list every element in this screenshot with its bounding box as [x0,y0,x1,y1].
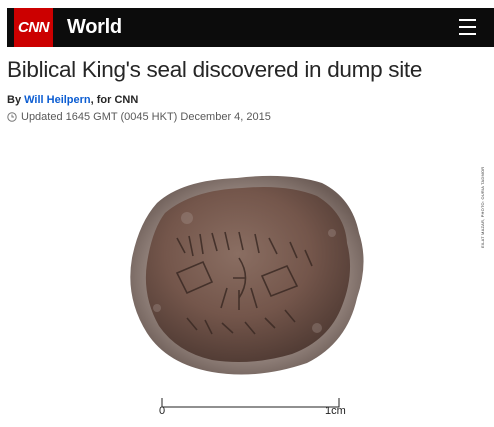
article-headline: Biblical King's seal discovered in dump … [7,57,423,82]
byline-prefix: By [7,94,25,106]
seal-image [130,175,364,408]
hamburger-menu-icon[interactable] [459,19,476,35]
site-header: CNN World [7,8,494,47]
scale-end-label: 1cm [325,405,346,417]
cnn-logo[interactable]: CNN [14,8,53,47]
article-photo[interactable]: EILAT MAZAR, PHOTO: OURIA TADMOR 0 1cm [7,158,494,422]
scale-start-label: 0 [159,405,166,417]
byline-suffix: , for CNN [90,94,139,106]
author-link[interactable]: Will Heilpern [24,94,91,106]
updated-text: Updated 1645 GMT (0045 HKT) December 4, … [21,111,271,123]
byline: By Will Heilpern, for CNN [7,94,138,106]
section-title[interactable]: World [67,16,122,39]
clock-icon [7,112,17,122]
logo-text: CNN [18,19,50,36]
updated-timestamp: Updated 1645 GMT (0045 HKT) December 4, … [7,111,271,123]
photo-credit: EILAT MAZAR, PHOTO: OURIA TADMOR [480,166,485,248]
